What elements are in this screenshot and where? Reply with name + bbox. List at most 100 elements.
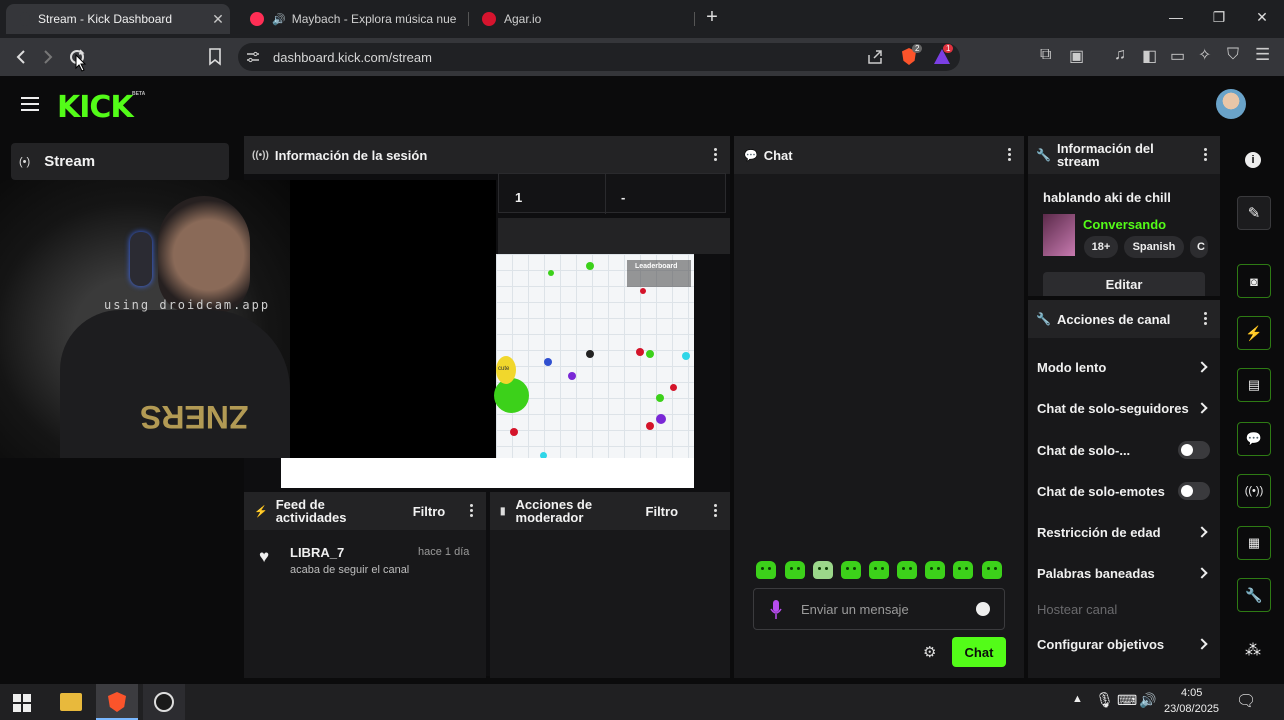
share-icon[interactable] [866,49,884,65]
menu-icon[interactable]: ☰ [1255,45,1270,65]
site-settings-icon[interactable] [246,51,260,63]
category-thumbnail [1043,214,1075,256]
chat-input[interactable]: Enviar un mensaje [753,588,1005,630]
emote-icon[interactable] [785,561,805,579]
address-bar[interactable]: dashboard.kick.com/stream [238,43,960,71]
emote-icon[interactable] [841,561,861,579]
wallet-icon[interactable]: ▭ [1170,46,1185,66]
pellet [656,414,666,424]
kebab-menu-icon[interactable] [470,504,474,519]
back-icon[interactable] [13,49,29,65]
emote-icon[interactable] [756,561,776,579]
leo-ai-icon[interactable]: ✧ [1198,45,1211,65]
action-age-restriction[interactable]: Restricción de edad [1037,525,1161,540]
send-chat-button[interactable]: Chat [952,637,1006,667]
webcam-feed: ZNERS [0,180,290,458]
action-banned-words[interactable]: Palabras baneadas [1037,566,1155,581]
emote-icon[interactable] [982,561,1002,579]
kebab-menu-icon[interactable] [1204,312,1208,327]
hoodie [60,310,290,458]
info-icon[interactable]: i [1245,152,1261,168]
hamburger-menu-icon[interactable] [21,97,39,111]
close-window-icon[interactable]: ✕ [1252,9,1272,26]
microphone-icon[interactable] [770,600,782,620]
emote-icon[interactable] [953,561,973,579]
kebab-menu-icon[interactable] [714,148,718,163]
sidebar-item-stream[interactable]: (•) Stream [11,143,229,180]
broadcast-icon[interactable]: ((•)) [1237,474,1271,508]
video-tools-icon[interactable]: ▦ [1237,526,1271,560]
close-tab-icon[interactable]: ✕ [206,11,230,28]
kick-logo[interactable]: KICK [57,90,134,125]
emotes-only-toggle[interactable] [1178,482,1210,500]
emoji-icon[interactable] [976,602,990,616]
filter-button[interactable]: Filtro [646,504,679,519]
game-preview: Leaderboard cute [281,254,694,488]
streamer-face [158,196,250,314]
minimize-icon[interactable]: — [1166,9,1186,25]
new-tab-icon[interactable]: + [702,6,722,29]
network-icon[interactable]: ⌨ [1117,692,1137,709]
wrench-icon: 🔧 [1036,312,1051,326]
emote-icon[interactable] [869,561,889,579]
restore-icon[interactable]: ❐ [1209,9,1229,26]
emote-icon[interactable] [897,561,917,579]
tab-agario[interactable]: Agar.io [472,4,692,34]
action-slow-mode[interactable]: Modo lento [1037,360,1106,375]
bookmark-icon[interactable] [208,48,222,66]
tab-title: Stream - Kick Dashboard [38,12,173,26]
pellet [646,422,654,430]
kebab-menu-icon[interactable] [1008,148,1012,163]
chat-bubble-icon[interactable]: 💬 [1237,422,1271,456]
stat-divider [605,174,606,214]
edit-pencil-icon[interactable]: ✎ [1237,196,1271,230]
pellet [646,350,654,358]
kebab-menu-icon[interactable] [1204,148,1208,163]
taskbar-obs[interactable] [143,684,185,720]
tray-overflow-icon[interactable]: ▲ [1072,693,1083,705]
forward-icon[interactable] [40,49,56,65]
taskbar-brave[interactable] [96,684,138,720]
edit-button[interactable]: Editar [1043,272,1205,296]
settings-gear-icon[interactable]: ⚙ [923,643,936,661]
avatar[interactable] [1216,89,1246,119]
tab-divider [468,12,469,26]
chat-bubble-icon: 💬 [744,149,758,162]
vpn-icon[interactable]: ⛉ [1227,46,1239,64]
emote-icon[interactable] [813,561,833,579]
watermark-text: using droidcam.app [104,298,271,312]
clock-date[interactable]: 23/08/2025 [1164,703,1219,715]
list-item[interactable]: ♥ LIBRA_7 hace 1 día acaba de seguir el … [244,538,486,584]
pellet [682,352,690,360]
microphone-tray-icon[interactable]: 🎙 [1095,691,1114,709]
notifications-icon[interactable]: 🗨 [1236,691,1256,711]
extensions-icon[interactable]: ⧉ [1040,46,1051,64]
category-name[interactable]: Conversando [1083,217,1166,232]
windows-start-icon[interactable] [13,694,31,712]
action-configure-goals[interactable]: Configurar objetivos [1037,637,1164,652]
volume-icon[interactable]: 🔊 [1139,692,1156,709]
wrench-icon[interactable]: 🔧 [1237,578,1271,612]
activity-time: hace 1 día [418,546,470,558]
sidebar-toggle-icon[interactable]: ◧ [1142,46,1157,66]
session-panel-header: ((•)) Información de la sesión [244,136,730,174]
tab-maybach[interactable]: 🔊 Maybach - Explora música nueva [240,4,470,34]
lightning-icon[interactable]: ⚡ [1237,316,1271,350]
document-icon[interactable]: ▤ [1237,368,1271,402]
leaderboard: Leaderboard [627,260,691,287]
screen-capture-icon[interactable]: ◙ [1237,264,1271,298]
heart-icon: ♥ [259,547,270,566]
chat-placeholder: Enviar un mensaje [801,602,909,617]
filter-button[interactable]: Filtro [413,504,446,519]
kebab-menu-icon[interactable] [714,504,718,519]
tab-search-icon[interactable]: ▣ [1069,46,1084,66]
tab-favicon [20,12,30,26]
emote-icon[interactable] [925,561,945,579]
tab-kick-dashboard[interactable]: Stream - Kick Dashboard ✕ [6,4,230,34]
file-explorer-icon[interactable] [60,693,82,711]
action-followers-only[interactable]: Chat de solo-seguidores [1037,401,1189,416]
subscribers-only-toggle[interactable] [1178,441,1210,459]
media-control-icon[interactable]: ♫ [1114,46,1126,64]
integrations-icon[interactable]: ⁂ [1245,640,1261,660]
clock-time[interactable]: 4:05 [1181,687,1202,699]
